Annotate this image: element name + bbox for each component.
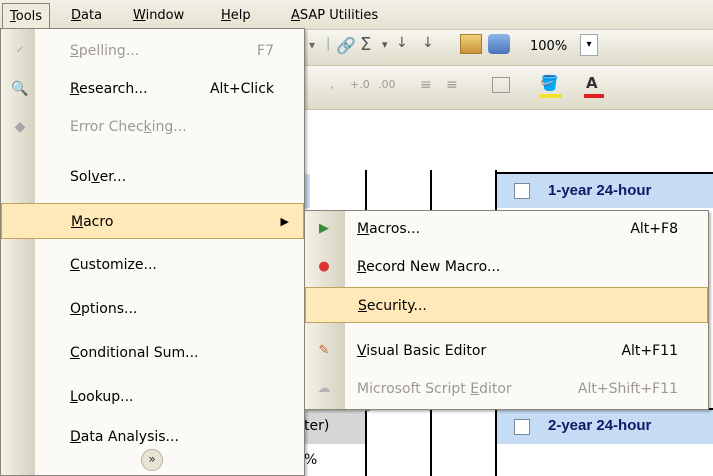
zoom-dropdown-icon[interactable]: ▾: [580, 34, 598, 56]
menu-item-research[interactable]: 🔍 Research... Alt+Click: [1, 71, 304, 107]
menu-item-solver[interactable]: Solver...: [1, 159, 304, 195]
fill-color-swatch: [540, 94, 562, 98]
cell-2-year-label: 2-year 24-hour: [548, 417, 652, 434]
dropdown-arrow-icon[interactable]: ▾: [309, 38, 323, 58]
decrease-indent-icon[interactable]: ≡: [420, 77, 432, 93]
submenu-item-visual-basic-editor[interactable]: ✎ Visual Basic Editor Alt+F11: [305, 333, 708, 369]
expand-menu-chevron-icon[interactable]: »: [141, 449, 163, 471]
font-color-icon[interactable]: A: [586, 74, 598, 92]
tools-menu: ✓ Spelling... F7 🔍 Research... Alt+Click…: [0, 28, 305, 476]
menu-asap-utilities[interactable]: ASAP Utilities: [284, 3, 385, 28]
research-icon: 🔍: [11, 81, 29, 97]
sort-ascending-icon[interactable]: ↓: [396, 35, 408, 51]
font-color-swatch: [584, 94, 604, 98]
vb-editor-icon: ✎: [318, 343, 330, 358]
menu-window[interactable]: Window: [126, 3, 191, 28]
submenu-item-record-new-macro[interactable]: ● Record New Macro...: [305, 249, 708, 285]
script-editor-icon: ☁: [317, 381, 331, 396]
submenu-item-macros[interactable]: ▶ Macros... Alt+F8: [305, 211, 708, 247]
menu-data[interactable]: Data: [64, 3, 109, 28]
decrease-decimal-icon[interactable]: .00: [378, 78, 396, 91]
increase-indent-icon[interactable]: ≡: [446, 77, 458, 93]
error-checking-icon: ◆: [14, 119, 26, 135]
submenu-item-security[interactable]: Security...: [305, 287, 708, 323]
menu-item-conditional-sum[interactable]: Conditional Sum...: [1, 335, 304, 371]
menu-help[interactable]: Help: [214, 3, 258, 28]
autosum-icon[interactable]: Σ: [360, 34, 371, 55]
record-icon: ●: [318, 259, 330, 274]
zoom-field[interactable]: 100%: [530, 39, 567, 54]
hyperlink-icon[interactable]: 🔗: [336, 36, 356, 55]
comma-style-icon[interactable]: ,: [330, 78, 334, 91]
drawing-icon[interactable]: [488, 34, 510, 54]
macro-submenu: ▶ Macros... Alt+F8 ● Record New Macro...…: [304, 210, 709, 410]
cell-1-year-label: 1-year 24-hour: [548, 182, 652, 199]
cell-partial-text: %: [304, 452, 318, 468]
chart-wizard-icon[interactable]: [460, 34, 482, 54]
separator: |: [326, 36, 331, 51]
menu-item-lookup[interactable]: Lookup...: [1, 379, 304, 415]
cell-partial-text: ter): [304, 418, 330, 434]
fill-color-icon[interactable]: 🪣: [540, 74, 559, 92]
menu-item-options[interactable]: Options...: [1, 291, 304, 327]
checkbox-2-year[interactable]: [514, 419, 530, 435]
borders-icon[interactable]: [492, 77, 510, 93]
dropdown-arrow-icon[interactable]: ▾: [382, 38, 388, 51]
menu-item-spelling[interactable]: ✓ Spelling... F7: [1, 33, 304, 69]
menu-tools[interactable]: Tools: [2, 3, 51, 28]
checkbox-1-year[interactable]: [514, 183, 530, 199]
run-macro-icon: ▶: [319, 221, 329, 236]
menu-item-error-checking[interactable]: ◆ Error Checking...: [1, 109, 304, 145]
increase-decimal-icon[interactable]: +.0: [350, 78, 370, 91]
submenu-item-script-editor[interactable]: ☁ Microsoft Script Editor Alt+Shift+F11: [305, 371, 708, 407]
spelling-icon: ✓: [15, 45, 25, 56]
menu-item-macro[interactable]: Macro ▶: [1, 203, 304, 239]
menu-item-customize[interactable]: Customize...: [1, 247, 304, 283]
menu-bar: Tools Data Window Help ASAP Utilities: [0, 0, 713, 30]
submenu-arrow-icon: ▶: [280, 215, 289, 228]
sort-descending-icon[interactable]: ↓: [422, 35, 434, 51]
